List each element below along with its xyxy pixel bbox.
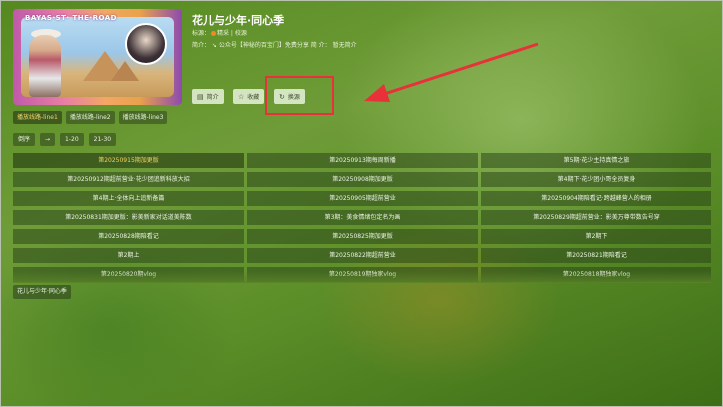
- source-dot-icon: [211, 31, 217, 36]
- range-1-20-button[interactable]: 1-20: [60, 133, 84, 146]
- line-tab-3[interactable]: 播放线路-line3: [118, 111, 168, 124]
- document-icon: ▤: [197, 92, 204, 101]
- episode-item[interactable]: 第3期：美食情绪包定名为画: [247, 210, 478, 225]
- show-description-line: 简介： ↘ 公众号【神秘的百宝门】免费分享 简 介： 暂无简介: [192, 42, 357, 49]
- show-title: 花儿与少年·同心季: [192, 14, 285, 27]
- play-line-tabs: 播放线路-line1 播放线路-line2 播放线路-line3: [13, 111, 168, 124]
- show-poster: BAYAS·ST· THE·ROAD: [13, 9, 182, 105]
- episode-item[interactable]: 第5期·花少主持真情之旅: [481, 153, 711, 168]
- arrow-button[interactable]: →: [40, 133, 56, 146]
- episode-item[interactable]: 第20250908期加更版: [247, 172, 478, 187]
- season-tag[interactable]: 花儿与少年·同心季: [13, 285, 71, 299]
- grid-fade: [13, 271, 711, 283]
- episode-item[interactable]: 第20250913期每周新播: [247, 153, 478, 168]
- episode-grid: 第20250915期加更版 第20250913期每周新播 第5期·花少主持真情之旅第…: [13, 153, 711, 283]
- line-tab-1[interactable]: 播放线路-line1: [13, 111, 62, 124]
- favorite-button[interactable]: ☆ 收藏: [233, 89, 265, 104]
- episode-item[interactable]: 第20250821期陪看记: [481, 248, 711, 263]
- episode-item[interactable]: 第20250831期加更版：影美新家对话道美陈数: [13, 210, 244, 225]
- episode-item[interactable]: 第4期上·全体向上追新备篇: [13, 191, 244, 206]
- poster-overlay-text: BAYAS·ST· THE·ROAD: [25, 14, 117, 22]
- show-source-line: 标源： 精采 | 校源: [192, 30, 247, 37]
- order-toggle-button[interactable]: 倒序: [13, 133, 36, 146]
- episode-item[interactable]: 第20250915期加更版: [13, 153, 244, 168]
- line-tab-2[interactable]: 播放线路-line2: [65, 111, 115, 124]
- star-icon: ☆: [238, 92, 245, 101]
- episode-item[interactable]: 第20250905期超前营业: [247, 191, 478, 206]
- episode-item[interactable]: 第20250822期超前营业: [247, 248, 478, 263]
- episode-item[interactable]: 第20250825期加更版: [247, 229, 478, 244]
- episode-item[interactable]: 第20250904期陪看记·跨越峰营人的相册: [481, 191, 711, 206]
- episode-controls: 倒序 → 1-20 21-30: [13, 133, 117, 146]
- annotation-highlight-box: [265, 76, 334, 115]
- episode-item[interactable]: 第20250829期超前营业：影美万尊带数告号穿: [481, 210, 711, 225]
- episode-item[interactable]: 第2期下: [481, 229, 711, 244]
- episode-item[interactable]: 第20250912期超前营业·花少团追新科放大招: [13, 172, 244, 187]
- episode-item[interactable]: 第4期下·花少团小哥全员复身: [481, 172, 711, 187]
- source-name: 精采 | 校源: [217, 30, 247, 37]
- intro-button[interactable]: ▤ 简介: [192, 89, 224, 104]
- range-21-30-button[interactable]: 21-30: [88, 133, 117, 146]
- annotation-arrow: [364, 42, 539, 102]
- episode-item[interactable]: 第20250828期陪看记: [13, 229, 244, 244]
- episode-item[interactable]: 第2期上: [13, 248, 244, 263]
